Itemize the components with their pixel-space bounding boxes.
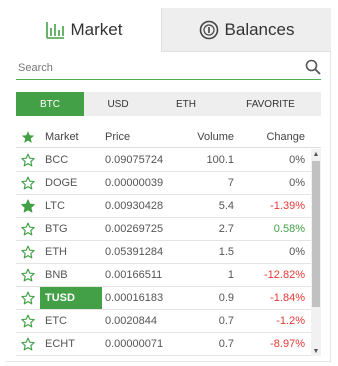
star-icon[interactable]: [16, 310, 40, 332]
star-icon[interactable]: [16, 149, 40, 171]
header-change[interactable]: Change: [234, 126, 307, 147]
change-value: 0.58%: [273, 223, 305, 235]
market-panel: Market Balances BTC USD ETH FAVORITE: [6, 8, 331, 362]
tab-balances[interactable]: Balances: [161, 8, 331, 52]
price-value: 0.05391284: [105, 246, 164, 258]
price-value: 0.00166511: [105, 269, 163, 281]
market-symbol: ETH: [45, 246, 67, 258]
bar-chart-icon: [45, 21, 65, 39]
main-tabs: Market Balances: [6, 8, 331, 52]
star-icon[interactable]: [16, 264, 40, 286]
table-row[interactable]: BCC 0.09075724 100.1 0%: [16, 149, 311, 172]
table-row[interactable]: ECHT 0.00000071 0.7 -8.97%: [16, 333, 311, 356]
price-value: 0.0020844: [105, 315, 157, 327]
star-icon[interactable]: [16, 241, 40, 263]
scrollbar-thumb[interactable]: [312, 161, 320, 307]
star-icon[interactable]: [16, 126, 40, 147]
market-symbol: ETC: [45, 315, 67, 327]
table-row[interactable]: ETC 0.0020844 0.7 -1.2%: [16, 310, 311, 333]
currency-tabs: BTC USD ETH FAVORITE: [16, 92, 321, 116]
table-row[interactable]: LTC 0.00930428 5.4 -1.39%: [16, 195, 311, 218]
volume-value: 5.4: [218, 200, 234, 212]
change-value: -8.97%: [270, 338, 305, 350]
table-header: Market Price Volume Change: [16, 126, 321, 148]
header-volume[interactable]: Volume: [174, 126, 234, 147]
market-symbol: DOGE: [45, 177, 78, 189]
change-value: -1.2%: [276, 315, 305, 327]
star-icon[interactable]: [16, 333, 40, 355]
volume-value: 100.1: [206, 154, 234, 166]
scrollbar[interactable]: ▲ ▼: [311, 149, 321, 356]
star-icon[interactable]: [16, 172, 40, 194]
market-symbol: BNB: [45, 269, 68, 281]
change-value: -12.82%: [264, 269, 305, 281]
change-value: -1.84%: [270, 292, 305, 304]
search-bar: [16, 56, 321, 80]
change-value: 0%: [289, 154, 305, 166]
change-value: 0%: [289, 246, 305, 258]
market-symbol: BTG: [45, 223, 68, 235]
tab-market-label: Market: [70, 20, 123, 39]
star-icon[interactable]: [16, 287, 40, 309]
table-row[interactable]: BTG 0.00269725 2.7 0.58%: [16, 218, 311, 241]
tab-eth[interactable]: ETH: [152, 92, 220, 116]
price-value: 0.00269725: [105, 223, 164, 235]
change-value: 0%: [289, 177, 305, 189]
table-row[interactable]: BNB 0.00166511 1 -12.82%: [16, 264, 311, 287]
scroll-down-icon[interactable]: ▼: [311, 346, 321, 356]
market-symbol: LTC: [45, 200, 65, 212]
volume-value: 1: [227, 269, 234, 281]
volume-value: 2.7: [218, 223, 234, 235]
volume-value: 0.7: [218, 338, 234, 350]
scroll-up-icon[interactable]: ▲: [311, 149, 321, 159]
market-symbol: TUSD: [40, 287, 102, 309]
search-icon[interactable]: [305, 59, 321, 80]
tab-balances-label: Balances: [224, 19, 295, 39]
volume-value: 7: [227, 177, 234, 189]
market-table: Market Price Volume Change BCC 0.09075724…: [16, 126, 321, 356]
price-value: 0.00000039: [105, 177, 164, 189]
table-row[interactable]: DOGE 0.00000039 7 0%: [16, 172, 311, 195]
tab-btc[interactable]: BTC: [16, 92, 84, 116]
price-value: 0.00930428: [105, 200, 164, 212]
star-icon[interactable]: [16, 195, 40, 217]
volume-value: 0.7: [218, 315, 234, 327]
header-market[interactable]: Market: [40, 126, 102, 147]
market-symbol: BCC: [45, 154, 69, 166]
coin-icon: [199, 20, 219, 40]
price-value: 0.09075724: [105, 154, 164, 166]
star-icon[interactable]: [16, 218, 40, 240]
tab-usd[interactable]: USD: [84, 92, 152, 116]
search-input[interactable]: [16, 61, 286, 74]
price-value: 0.00000071: [105, 338, 164, 350]
tab-favorite[interactable]: FAVORITE: [220, 92, 321, 116]
table-row[interactable]: ETH 0.05391284 1.5 0%: [16, 241, 311, 264]
volume-value: 0.9: [218, 292, 234, 304]
table-body: BCC 0.09075724 100.1 0% DOGE 0.00000039 7 0% LTC…: [16, 149, 311, 356]
header-price[interactable]: Price: [102, 126, 174, 147]
volume-value: 1.5: [218, 246, 234, 258]
market-symbol: ECHT: [45, 338, 75, 350]
price-value: 0.00016183: [105, 292, 164, 304]
change-value: -1.39%: [270, 200, 305, 212]
tab-market[interactable]: Market: [6, 8, 161, 52]
table-row[interactable]: TUSD 0.00016183 0.9 -1.84%: [16, 287, 311, 310]
